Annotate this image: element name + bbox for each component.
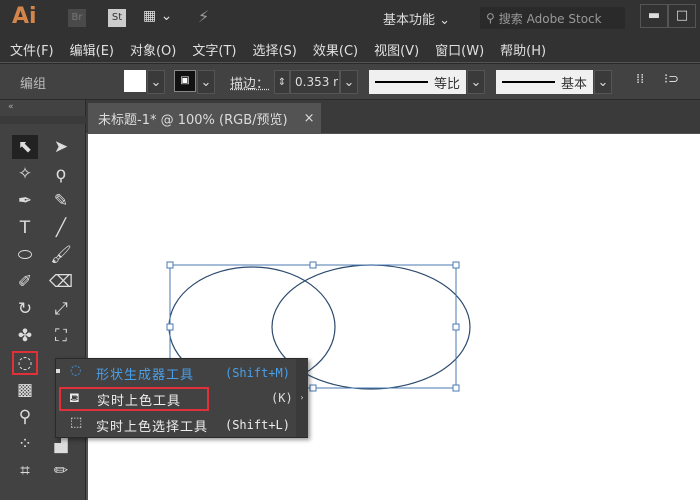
search-placeholder: 搜索 Adobe Stock bbox=[498, 11, 602, 26]
profile-dropdown[interactable]: ⌄ bbox=[467, 70, 485, 94]
profile-line bbox=[375, 81, 428, 83]
selection-tool-icon[interactable]: ⬉ bbox=[12, 135, 38, 159]
free-transform-tool-icon[interactable]: ⛶ bbox=[48, 324, 74, 348]
ellipse-tool-icon[interactable]: ⬭ bbox=[12, 243, 38, 267]
symbol-sprayer-tool-icon[interactable]: ⁘ bbox=[12, 432, 38, 456]
item-label: 形状生成器工具 bbox=[96, 367, 195, 383]
align-icon[interactable]: ⁞⁞ bbox=[636, 72, 644, 87]
shaper-tool-icon[interactable]: ✐ bbox=[12, 270, 38, 294]
stroke-weight-dropdown[interactable]: ⌄ bbox=[340, 70, 358, 94]
bridge-button[interactable]: Br bbox=[68, 9, 86, 27]
shape-builder-tool-icon[interactable]: ◌ bbox=[12, 351, 38, 375]
magic-wand-tool-icon[interactable]: ✧ bbox=[12, 162, 38, 186]
mesh-tool-icon[interactable]: ▩ bbox=[12, 378, 38, 402]
menu-window[interactable]: 窗口(W) bbox=[435, 40, 484, 59]
stroke-weight-input[interactable]: 0.353 r bbox=[290, 70, 340, 94]
puppet-warp-tool-icon[interactable]: ✤ bbox=[12, 324, 38, 348]
workspace-label: 基本功能 bbox=[383, 13, 436, 28]
live-paint-selection-icon: ⬚ bbox=[70, 415, 83, 430]
maximize-button[interactable]: □ bbox=[668, 4, 696, 28]
item-shortcut: (Shift+L) bbox=[224, 418, 290, 432]
stock-search-input[interactable]: ⚲ 搜索 Adobe Stock bbox=[480, 7, 625, 29]
eraser-tool-icon[interactable]: ⌫ bbox=[48, 270, 74, 294]
pen-tool-icon[interactable]: ✒ bbox=[12, 189, 38, 213]
menu-view[interactable]: 视图(V) bbox=[374, 40, 419, 59]
scale-tool-icon[interactable]: ⤢ bbox=[48, 297, 74, 321]
lasso-tool-icon[interactable]: ϙ bbox=[48, 162, 74, 186]
menu-select[interactable]: 选择(S) bbox=[252, 40, 296, 59]
shape-builder-flyout-menu: ◌ 形状生成器工具 (Shift+M) ⛾ 实时上色工具 (K) ⬚ 实时上色选… bbox=[55, 358, 308, 438]
brush-definition[interactable]: 基本 bbox=[496, 70, 593, 94]
stroke-dropdown[interactable]: ⌄ bbox=[197, 70, 215, 94]
stock-button[interactable]: St bbox=[108, 9, 126, 27]
stroke-swatch[interactable]: ▣ bbox=[174, 70, 196, 92]
live-paint-bucket-icon: ⛾ bbox=[69, 391, 80, 406]
artboard-canvas[interactable] bbox=[88, 134, 700, 500]
shape-builder-icon: ◌ bbox=[70, 363, 82, 378]
fill-swatch[interactable] bbox=[124, 70, 146, 92]
menu-file[interactable]: 文件(F) bbox=[10, 40, 54, 59]
selection-type-label: 编组 bbox=[20, 77, 47, 92]
item-label: 实时上色工具 bbox=[97, 393, 182, 409]
title-bar: Ai Br St ▦ ⌄ ⚡ 基本功能 ⌄ ⚲ 搜索 Adobe Stock ▬ … bbox=[0, 0, 700, 36]
rotate-tool-icon[interactable]: ↻ bbox=[12, 297, 38, 321]
menu-edit[interactable]: 编辑(E) bbox=[70, 40, 114, 59]
variable-width-profile[interactable]: 等比 bbox=[369, 70, 466, 94]
live-paint-bucket-shortcut: (K) bbox=[271, 391, 293, 405]
arrange-documents-icon[interactable]: ▦ ⌄ bbox=[143, 8, 172, 24]
brush-line bbox=[502, 81, 555, 83]
artwork bbox=[166, 261, 471, 392]
ai-logo: Ai bbox=[12, 4, 37, 29]
workspace-switcher[interactable]: 基本功能 ⌄ bbox=[383, 9, 450, 28]
search-icon: ⚲ bbox=[486, 11, 495, 25]
flyout-item-live-paint-bucket[interactable]: ⛾ 实时上色工具 bbox=[59, 387, 209, 411]
flyout-item-shape-builder[interactable]: ◌ 形状生成器工具 (Shift+M) bbox=[56, 361, 296, 385]
curvature-tool-icon[interactable]: ✎ bbox=[48, 189, 74, 213]
minimize-button[interactable]: ▬ bbox=[640, 4, 668, 28]
artboard-tool-icon[interactable]: ⌗ bbox=[12, 459, 38, 483]
eyedropper-tool-icon[interactable]: ⚲ bbox=[12, 405, 38, 429]
panel-grip[interactable] bbox=[0, 116, 86, 124]
type-tool-icon[interactable]: T bbox=[12, 216, 38, 240]
tools-panel: « ⬉ ➤ ✧ ϙ ✒ ✎ T ╱ ⬭ 🖌 ✐ ⌫ ↻ ⤢ ✤ ⛶ ◌ ▩ ⚲ … bbox=[0, 100, 86, 500]
brush-dropdown[interactable]: ⌄ bbox=[594, 70, 612, 94]
document-tab-title: 未标题-1* @ 100% (RGB/预览) bbox=[98, 112, 288, 128]
slice-tool-icon[interactable]: ✏ bbox=[48, 459, 74, 483]
collapse-panel-icon[interactable]: « bbox=[8, 102, 14, 112]
document-tab[interactable]: 未标题-1* @ 100% (RGB/预览) × bbox=[88, 103, 321, 133]
close-tab-button[interactable]: × bbox=[304, 111, 315, 126]
menu-type[interactable]: 文字(T) bbox=[192, 40, 236, 59]
flyout-item-live-paint-selection[interactable]: ⬚ 实时上色选择工具 (Shift+L) bbox=[56, 413, 296, 437]
item-shortcut: (Shift+M) bbox=[224, 366, 290, 380]
tearoff-bar[interactable]: › bbox=[296, 359, 308, 437]
menu-help[interactable]: 帮助(H) bbox=[500, 40, 546, 59]
profile-label: 等比 bbox=[433, 76, 460, 92]
menu-bar: 文件(F) 编辑(E) 对象(O) 文字(T) 选择(S) 效果(C) 视图(V… bbox=[0, 36, 700, 62]
menu-object[interactable]: 对象(O) bbox=[130, 40, 176, 59]
fill-dropdown[interactable]: ⌄ bbox=[147, 70, 165, 94]
control-bar: 编组 ⌄ ▣ ⌄ 描边： ⇕ 0.353 r ⌄ 等比 ⌄ 基本 ⌄ ⁞⁞ ⁝⊃ bbox=[0, 63, 700, 100]
item-label: 实时上色选择工具 bbox=[96, 419, 209, 435]
brush-label: 基本 bbox=[560, 76, 587, 92]
stroke-label[interactable]: 描边： bbox=[230, 73, 269, 92]
paintbrush-tool-icon[interactable]: 🖌 bbox=[48, 243, 74, 267]
stroke-stepper[interactable]: ⇕ bbox=[274, 70, 290, 94]
current-tool-marker bbox=[56, 369, 60, 373]
transform-icon[interactable]: ⁝⊃ bbox=[664, 72, 679, 87]
direct-selection-tool-icon[interactable]: ➤ bbox=[48, 135, 74, 159]
line-tool-icon[interactable]: ╱ bbox=[48, 216, 74, 240]
menu-effect[interactable]: 效果(C) bbox=[313, 40, 358, 59]
gpu-performance-icon[interactable]: ⚡ bbox=[198, 7, 209, 26]
